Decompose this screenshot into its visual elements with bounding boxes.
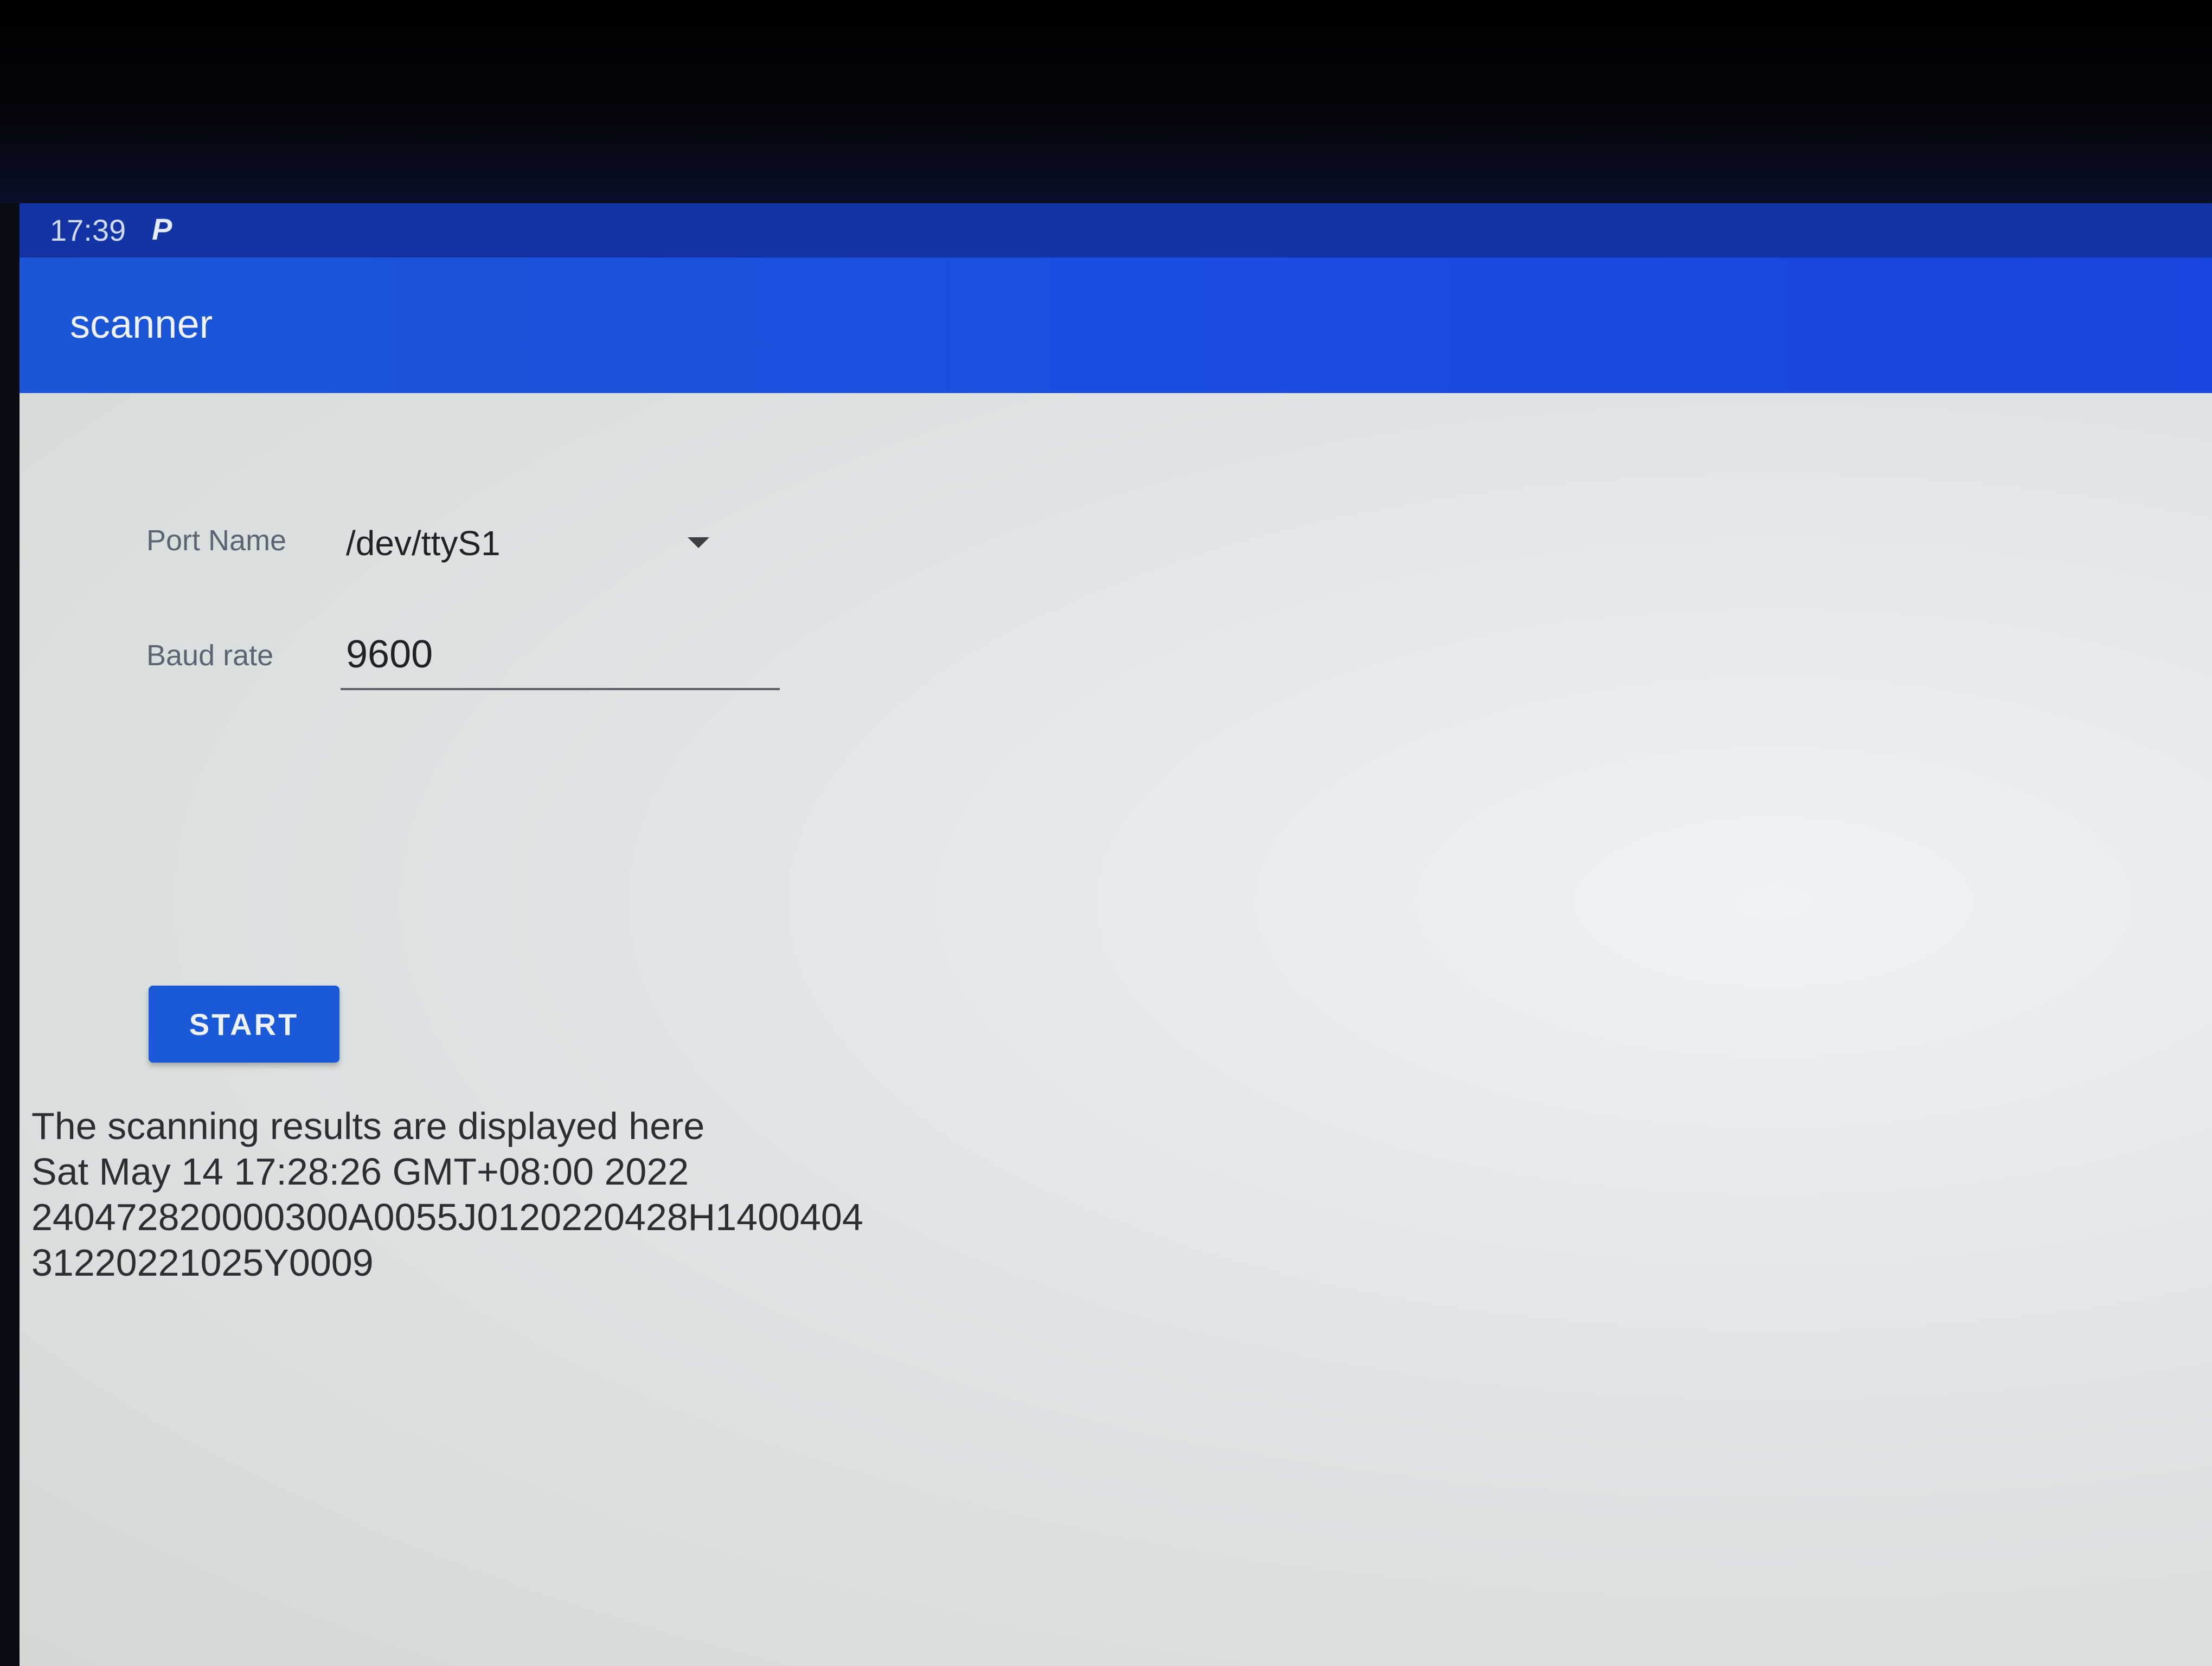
results-timestamp-line: Sat May 14 17:28:26 GMT+08:00 2022 <box>31 1150 689 1193</box>
start-button[interactable]: START <box>149 986 339 1063</box>
device-bezel-top <box>0 0 2212 203</box>
baud-rate-label: Baud rate <box>146 639 274 672</box>
device-bezel-left <box>0 203 20 1666</box>
results-data-line: 31220221025Y0009 <box>31 1242 374 1284</box>
main-content: Port Name /dev/ttyS1 Baud rate START The… <box>20 393 2212 1666</box>
app-title: scanner <box>70 301 213 346</box>
port-name-dropdown[interactable]: /dev/ttyS1 <box>341 507 709 577</box>
port-name-label: Port Name <box>146 524 287 557</box>
device-screen: 17:39 P scanner Port Name /dev/ttyS1 Bau… <box>20 203 2212 1666</box>
status-bar: 17:39 P <box>20 203 2212 258</box>
status-time: 17:39 <box>50 213 126 247</box>
baud-rate-input[interactable] <box>341 621 780 690</box>
results-data-line: 240472820000300A0055J0120220428H1400404 <box>31 1196 863 1238</box>
app-bar: scanner <box>20 258 2212 393</box>
scan-results-text: The scanning results are displayed here … <box>31 1103 1116 1285</box>
parking-notification-icon: P <box>152 212 172 246</box>
results-header-line: The scanning results are displayed here <box>31 1105 705 1147</box>
dropdown-arrow-icon <box>688 537 709 548</box>
port-name-value: /dev/ttyS1 <box>346 524 501 563</box>
